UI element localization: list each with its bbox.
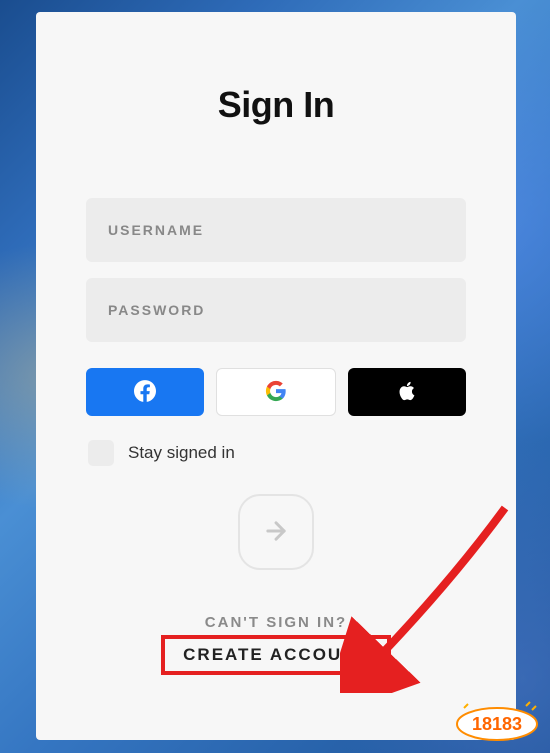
google-login-button[interactable] bbox=[216, 368, 336, 416]
password-input[interactable] bbox=[86, 278, 466, 342]
apple-icon bbox=[396, 380, 418, 405]
page-title: Sign In bbox=[218, 84, 335, 126]
create-account-link[interactable]: CREATE ACCOUNT bbox=[183, 645, 369, 664]
apple-login-button[interactable] bbox=[348, 368, 466, 416]
stay-signed-in-label: Stay signed in bbox=[128, 443, 235, 463]
arrow-right-icon bbox=[262, 517, 290, 548]
submit-button[interactable] bbox=[238, 494, 314, 570]
signin-card: Sign In bbox=[36, 12, 516, 740]
google-icon bbox=[265, 380, 287, 405]
username-input[interactable] bbox=[86, 198, 466, 262]
facebook-login-button[interactable] bbox=[86, 368, 204, 416]
social-login-row bbox=[86, 368, 466, 416]
cant-sign-in-link[interactable]: CAN'T SIGN IN? bbox=[205, 614, 347, 631]
stay-signed-in-row: Stay signed in bbox=[86, 440, 466, 466]
create-account-highlight: CREATE ACCOUNT bbox=[161, 635, 391, 675]
footer-links: CAN'T SIGN IN? CREATE ACCOUNT bbox=[161, 614, 391, 675]
facebook-icon bbox=[134, 380, 156, 405]
stay-signed-in-checkbox[interactable] bbox=[88, 440, 114, 466]
